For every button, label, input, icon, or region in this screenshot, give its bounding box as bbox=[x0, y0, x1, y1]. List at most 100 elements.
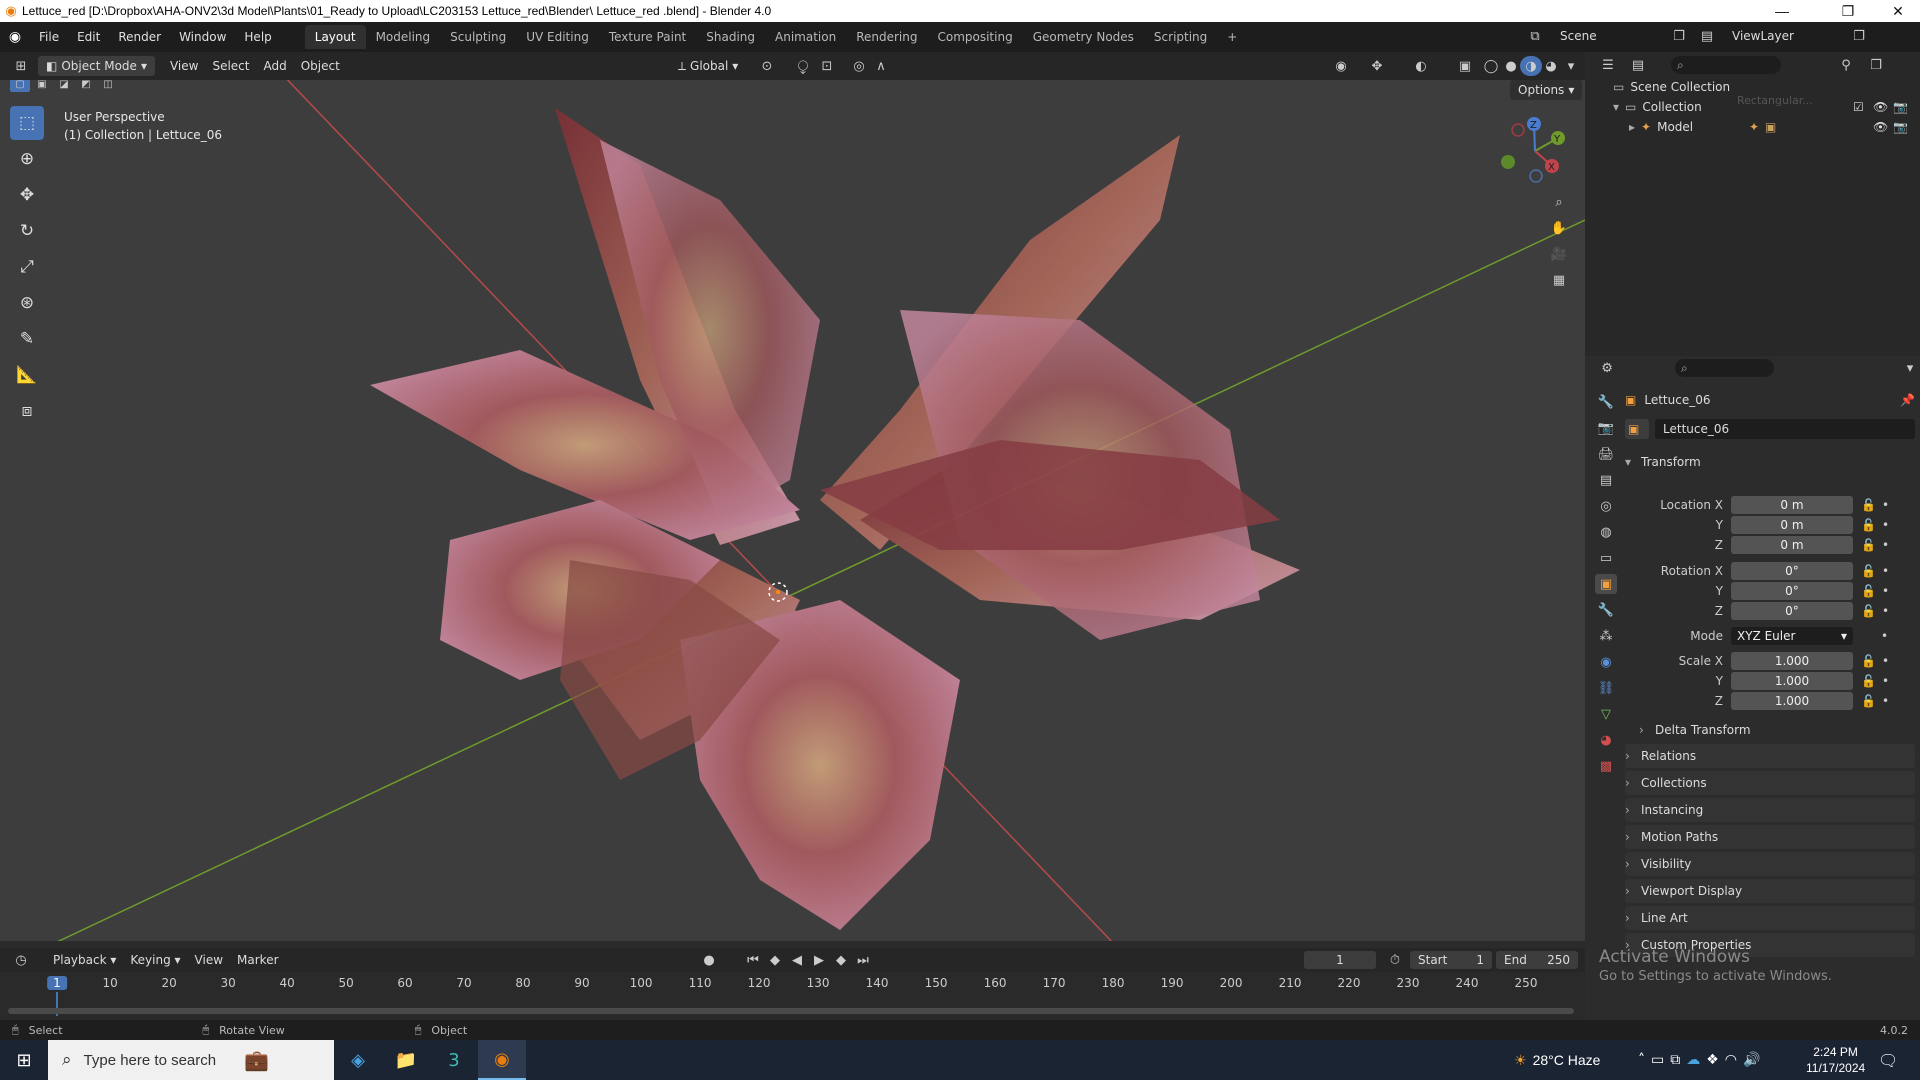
menu-keying[interactable]: Keying ▾ bbox=[123, 953, 187, 967]
measure-tool-icon[interactable]: 📐 bbox=[10, 358, 44, 392]
viewport-display-panel-header[interactable]: › Viewport Display bbox=[1625, 879, 1915, 903]
rotation-z-field[interactable]: 0° bbox=[1731, 601, 1853, 620]
scene-icon[interactable]: ⧉ bbox=[1524, 26, 1546, 46]
tab-rendering[interactable]: Rendering bbox=[846, 25, 927, 49]
sketchup-icon[interactable]: ◈ bbox=[334, 1040, 382, 1080]
keyframe-dot-icon[interactable]: • bbox=[1882, 584, 1889, 598]
delta-transform-header[interactable]: › Delta Transform bbox=[1639, 718, 1915, 742]
menu-window[interactable]: Window bbox=[170, 22, 235, 52]
scale-y-field[interactable]: 1.000 bbox=[1731, 671, 1853, 690]
volume-icon[interactable]: 🔊 bbox=[1743, 1052, 1760, 1068]
current-frame-field[interactable]: 1 bbox=[1304, 951, 1376, 969]
lock-icon[interactable]: 🔓 bbox=[1861, 518, 1876, 532]
move-tool-icon[interactable]: ✥ bbox=[10, 178, 44, 212]
maximize-button[interactable]: ❐ bbox=[1826, 0, 1870, 22]
rotation-mode-dropdown[interactable]: XYZ Euler ▾ bbox=[1731, 626, 1853, 645]
lock-icon[interactable]: 🔓 bbox=[1861, 564, 1876, 578]
monitor-icon[interactable]: ▭ bbox=[1651, 1052, 1664, 1068]
timeline-scrollbar[interactable] bbox=[8, 1008, 1574, 1014]
snap-icon[interactable]: ⧬ bbox=[792, 56, 814, 76]
material-shading-icon[interactable]: ◑ bbox=[1520, 56, 1542, 76]
falloff-icon[interactable]: ∧ bbox=[870, 56, 892, 76]
minimize-button[interactable]: — bbox=[1760, 0, 1804, 22]
properties-editor-icon[interactable]: ⚙ bbox=[1597, 358, 1617, 378]
new-view-layer-icon[interactable]: ❐ bbox=[1848, 26, 1870, 46]
new-scene-icon[interactable]: ❐ bbox=[1668, 26, 1690, 46]
add-cube-tool-icon[interactable]: ⧈ bbox=[10, 394, 44, 428]
object-name-field[interactable]: Lettuce_06 bbox=[1655, 419, 1915, 439]
lock-icon[interactable]: 🔓 bbox=[1861, 538, 1876, 552]
expand-chevron-icon[interactable]: ▾ bbox=[1613, 100, 1619, 114]
tab-layout[interactable]: Layout bbox=[304, 25, 366, 49]
notification-icon[interactable]: 🗨 bbox=[1878, 1051, 1898, 1070]
lock-icon[interactable]: 🔓 bbox=[1861, 694, 1876, 708]
tab-shading[interactable]: Shading bbox=[696, 25, 765, 49]
weather-widget[interactable]: ☀ 28°C Haze bbox=[1514, 1052, 1600, 1069]
3d-viewport[interactable]: ⬚ ⊕ ✥ ↻ ⤢ ⊛ ✎ 📐 ⧈ ▢ ▣ ◪ ◩ ◫ User Perspec… bbox=[0, 80, 1585, 941]
transform-orientation-dropdown[interactable]: ⟂ Global ▾ bbox=[670, 56, 746, 76]
keyframe-dot-icon[interactable]: • bbox=[1882, 694, 1889, 708]
timeline-body[interactable]: 1 10 20 30 40 50 60 70 80 90 100 110 120 130 140 150 160… bbox=[0, 972, 1585, 1020]
keyframe-dot-icon[interactable]: • bbox=[1882, 518, 1889, 532]
add-workspace-button[interactable]: + bbox=[1217, 25, 1247, 49]
playhead-frame-indicator[interactable]: 1 bbox=[47, 976, 67, 990]
scale-z-field[interactable]: 1.000 bbox=[1731, 691, 1853, 710]
keyframe-dot-icon[interactable]: • bbox=[1881, 629, 1888, 643]
output-tab-icon[interactable]: 🖨 bbox=[1595, 444, 1617, 464]
zoom-icon[interactable]: ⌕ bbox=[1548, 192, 1570, 212]
select-extend-icon[interactable]: ▣ bbox=[32, 80, 52, 92]
collections-panel-header[interactable]: › Collections bbox=[1625, 771, 1915, 795]
tab-texture-paint[interactable]: Texture Paint bbox=[599, 25, 696, 49]
transform-panel-header[interactable]: ▾ Transform bbox=[1625, 450, 1915, 474]
end-frame-field[interactable]: End 250 bbox=[1496, 951, 1578, 969]
mode-selector[interactable]: ◧ Object Mode ▾ bbox=[38, 56, 155, 76]
rotate-tool-icon[interactable]: ↻ bbox=[10, 214, 44, 248]
select-subtract-icon[interactable]: ◪ bbox=[54, 80, 74, 92]
outliner-row-collection[interactable]: ▾ ▭ Collection Rectangular... ☑ 👁 📷 bbox=[1613, 94, 1918, 116]
pan-hand-icon[interactable]: ✋ bbox=[1548, 218, 1570, 238]
gizmo-icon[interactable]: ✥ bbox=[1366, 56, 1388, 76]
expand-chevron-icon[interactable]: ▸ bbox=[1629, 120, 1635, 134]
record-icon[interactable]: ● bbox=[698, 950, 720, 970]
lock-icon[interactable]: 🔓 bbox=[1861, 674, 1876, 688]
lock-icon[interactable]: 🔓 bbox=[1861, 498, 1876, 512]
shading-options-icon[interactable]: ▾ bbox=[1560, 56, 1582, 76]
view-layer-tab-icon[interactable]: ▤ bbox=[1595, 470, 1617, 490]
jump-end-icon[interactable]: ⏭ bbox=[852, 950, 874, 970]
eye-icon[interactable]: 👁 bbox=[1873, 100, 1888, 114]
pivot-icon[interactable]: ⊙ bbox=[756, 56, 778, 76]
chevron-up-icon[interactable]: ˄ bbox=[1638, 1052, 1645, 1068]
visibility-panel-header[interactable]: › Visibility bbox=[1625, 852, 1915, 876]
scene-selector[interactable]: Scene bbox=[1552, 26, 1662, 46]
pin-icon[interactable]: 📌 bbox=[1900, 393, 1915, 407]
outliner-search-input[interactable]: ⌕ bbox=[1671, 56, 1781, 74]
keyframe-dot-icon[interactable]: • bbox=[1882, 538, 1889, 552]
transform-tool-icon[interactable]: ⊛ bbox=[10, 286, 44, 320]
outliner-row-model[interactable]: ▸ ✦ Model ✦ ▣ 👁 📷 bbox=[1629, 118, 1918, 136]
menu-file[interactable]: File bbox=[30, 22, 68, 52]
properties-search-input[interactable]: ⌕ bbox=[1675, 359, 1774, 377]
render-camera-icon[interactable]: 📷 bbox=[1893, 120, 1908, 134]
render-tab-icon[interactable]: 📷 bbox=[1595, 418, 1617, 438]
menu-edit[interactable]: Edit bbox=[68, 22, 109, 52]
navigation-gizmo[interactable]: Y X Z bbox=[1500, 116, 1570, 186]
object-browse-button[interactable]: ▣ bbox=[1625, 419, 1649, 439]
menu-marker[interactable]: Marker bbox=[230, 953, 285, 967]
tab-animation[interactable]: Animation bbox=[765, 25, 846, 49]
close-button[interactable]: ✕ bbox=[1876, 0, 1920, 22]
view-layer-icon[interactable]: ▤ bbox=[1696, 26, 1718, 46]
keyframe-dot-icon[interactable]: • bbox=[1882, 674, 1889, 688]
stopwatch-icon[interactable]: ⏱ bbox=[1384, 950, 1406, 970]
tab-sculpting[interactable]: Sculpting bbox=[440, 25, 516, 49]
view-layer-selector[interactable]: ViewLayer bbox=[1724, 26, 1842, 46]
tab-scripting[interactable]: Scripting bbox=[1144, 25, 1217, 49]
camera-icon[interactable]: 🎥 bbox=[1548, 244, 1570, 264]
select-invert-icon[interactable]: ◩ bbox=[76, 80, 96, 92]
tab-geometry-nodes[interactable]: Geometry Nodes bbox=[1023, 25, 1144, 49]
taskbar-search-box[interactable]: ⌕ Type here to search 💼 bbox=[48, 1040, 334, 1080]
screen-capture-icon[interactable]: ⧉ bbox=[1670, 1052, 1680, 1068]
rotation-y-field[interactable]: 0° bbox=[1731, 581, 1853, 600]
blender-menu-icon[interactable]: ◉ bbox=[0, 29, 30, 45]
texture-tab-icon[interactable]: ▩ bbox=[1595, 756, 1617, 776]
tab-modeling[interactable]: Modeling bbox=[366, 25, 441, 49]
